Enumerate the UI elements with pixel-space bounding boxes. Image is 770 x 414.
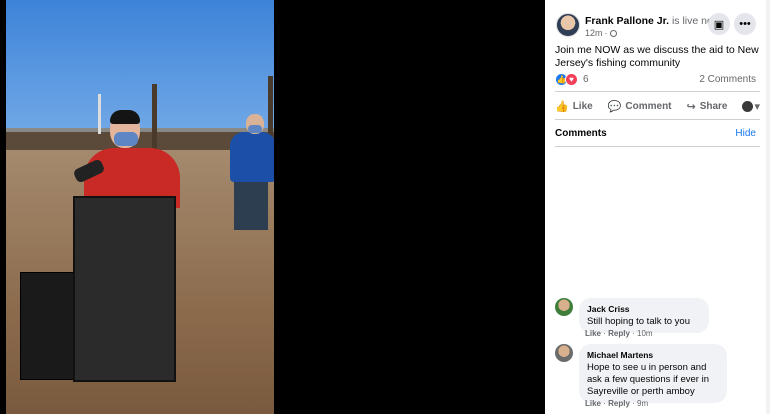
commenter-avatar[interactable]	[555, 298, 573, 316]
comment-label: Comment	[625, 100, 672, 112]
gift-icon: ▣	[713, 18, 725, 31]
comment-reply-link[interactable]: Reply	[608, 329, 630, 338]
face-mask	[248, 125, 262, 133]
comments-count-link[interactable]: 2 Comments	[699, 74, 756, 85]
share-button[interactable]: ↪ Share	[686, 100, 727, 113]
speaker-box	[20, 272, 78, 380]
podium	[73, 196, 176, 382]
comment-bubble: Jack Criss Still hoping to talk to you	[579, 298, 709, 333]
reaction-count: 6	[583, 74, 589, 85]
comment-item: Jack Criss Still hoping to talk to you	[555, 298, 709, 333]
author-name[interactable]: Frank Pallone Jr.	[585, 15, 669, 27]
caret-down-icon: ▾	[754, 100, 760, 113]
more-options-button[interactable]: •••	[734, 13, 756, 35]
comment-actions: Like · Reply · 10m	[585, 329, 653, 338]
action-bar: 👍 Like 💬 Comment ↪ Share ▾	[555, 95, 760, 117]
divider	[555, 146, 760, 147]
hide-comments-link[interactable]: Hide	[735, 128, 756, 139]
comment-actions: Like · Reply · 9m	[585, 399, 649, 408]
globe-icon	[609, 29, 617, 37]
post-panel: Frank Pallone Jr. is live now. 12m · ▣ •…	[545, 0, 770, 414]
comment-bubble-icon: 💬	[607, 100, 622, 113]
person-blue-legs	[234, 180, 268, 230]
facebook-live-view: Frank Pallone Jr. is live now. 12m · ▣ •…	[0, 0, 770, 414]
comment-reply-link[interactable]: Reply	[608, 399, 630, 408]
love-reaction-icon: ♥	[565, 73, 578, 86]
divider	[555, 91, 760, 92]
profile-avatar-icon	[742, 100, 754, 112]
post-meta: 12m ·	[585, 28, 617, 38]
comment-text: Hope to see u in person and ask a few qu…	[587, 362, 709, 397]
comment-like-link[interactable]: Like	[585, 329, 601, 338]
person-red-hair	[110, 110, 140, 124]
stars-button[interactable]: ▣	[708, 13, 730, 35]
person-blue-jacket	[230, 132, 274, 182]
profile-selector[interactable]: ▾	[742, 100, 760, 113]
video-sky	[6, 0, 274, 128]
comment-time[interactable]: 9m	[637, 399, 648, 408]
comment-text: Still hoping to talk to you	[587, 316, 690, 327]
post-text: Join me NOW as we discuss the aid to New…	[555, 44, 759, 69]
comment-button[interactable]: 💬 Comment	[608, 100, 672, 113]
thumbs-up-icon: 👍	[555, 100, 569, 113]
live-video-player[interactable]	[0, 0, 545, 414]
divider	[555, 119, 760, 120]
commenter-avatar[interactable]	[555, 344, 573, 362]
author-avatar[interactable]	[556, 13, 580, 37]
like-button[interactable]: 👍 Like	[555, 100, 593, 113]
video-pole	[152, 84, 157, 150]
author-line: Frank Pallone Jr. is live now.	[585, 15, 723, 27]
commenter-name[interactable]: Jack Criss	[587, 303, 701, 315]
post-time[interactable]: 12m	[585, 28, 603, 38]
more-icon: •••	[739, 18, 751, 30]
share-arrow-icon: ↪	[686, 100, 696, 113]
share-label: Share	[699, 100, 728, 112]
comment-time[interactable]: 10m	[637, 329, 653, 338]
commenter-name[interactable]: Michael Martens	[587, 349, 719, 361]
reactions-summary[interactable]: 👍 ♥ 6	[555, 73, 589, 86]
video-frame	[6, 0, 274, 414]
comments-heading: Comments	[555, 128, 607, 139]
comment-item: Michael Martens Hope to see u in person …	[555, 344, 727, 403]
panel-scrollbar[interactable]	[766, 0, 770, 414]
like-label: Like	[572, 100, 593, 112]
comment-bubble: Michael Martens Hope to see u in person …	[579, 344, 727, 403]
face-mask	[114, 132, 138, 146]
video-lamppost	[98, 94, 101, 134]
comment-like-link[interactable]: Like	[585, 399, 601, 408]
